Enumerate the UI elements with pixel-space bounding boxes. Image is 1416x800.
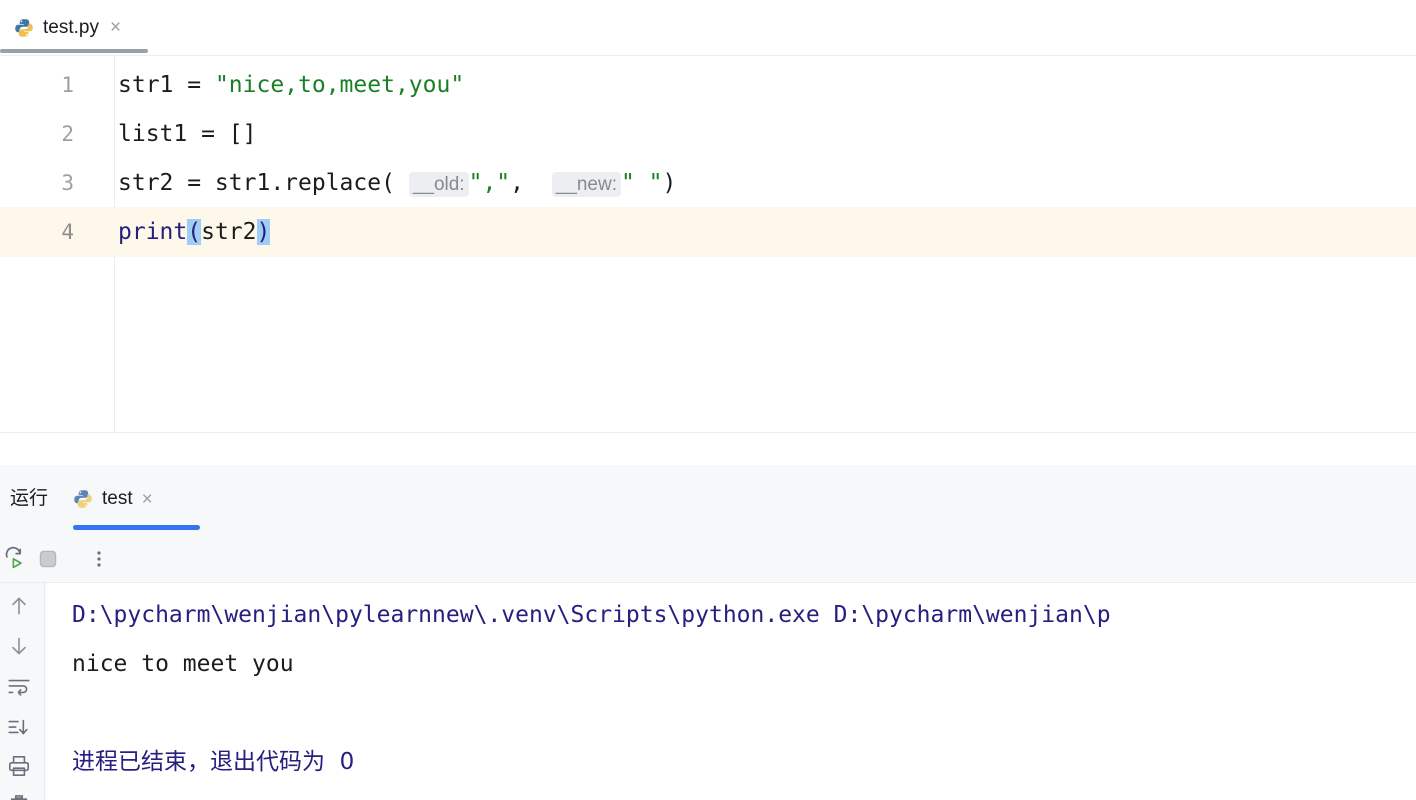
- code-token-replace-call: str2 = str1.replace(: [118, 170, 395, 196]
- code-line-4-text: print(str2): [118, 207, 271, 257]
- clear-all-icon[interactable]: [6, 791, 32, 800]
- scroll-down-icon[interactable]: [6, 633, 32, 659]
- soft-wrap-icon[interactable]: [6, 674, 32, 700]
- python-file-icon: [14, 18, 34, 38]
- code-line-2-text: list1 = []: [118, 121, 257, 147]
- run-tool-window: 运行 test × D:\pycharm\wenjian\pylearnnew\…: [0, 465, 1416, 800]
- scroll-up-icon[interactable]: [6, 593, 32, 619]
- close-icon[interactable]: ×: [110, 18, 121, 37]
- editor-tab-test-py[interactable]: test.py ×: [0, 0, 148, 55]
- inlay-hint-new: __new:: [551, 172, 621, 197]
- editor-run-splitter[interactable]: [0, 432, 1416, 465]
- code-line-2[interactable]: 2 list1 = []: [0, 109, 1416, 159]
- run-tab-active-indicator: [73, 525, 200, 530]
- code-line-3[interactable]: 3 str2 = str1.replace( __old: ",", __new:…: [0, 158, 1416, 208]
- run-tab-test[interactable]: test ×: [73, 465, 153, 533]
- stop-button[interactable]: [35, 546, 61, 572]
- console-output-line: nice to meet you: [72, 651, 294, 677]
- console-command-line: D:\pycharm\wenjian\pylearnnew\.venv\Scri…: [72, 602, 1111, 628]
- code-line-1-text: str1 = "nice,to,meet,you": [118, 60, 464, 110]
- code-token-print: print: [118, 219, 188, 245]
- code-token-assign-1: str1 =: [118, 72, 215, 98]
- close-icon[interactable]: ×: [142, 490, 153, 509]
- rerun-button[interactable]: [2, 546, 28, 572]
- code-line-1[interactable]: 1 str1 = "nice,to,meet,you": [0, 60, 1416, 110]
- code-token-arg-new: " ": [620, 170, 663, 196]
- code-token-comma: ,: [510, 170, 524, 196]
- line-number-3: 3: [61, 171, 74, 195]
- editor-tab-bar: test.py ×: [0, 0, 1416, 56]
- code-editor[interactable]: 1 str1 = "nice,to,meet,you" 2 list1 = []…: [0, 56, 1416, 432]
- scroll-to-end-icon[interactable]: [6, 714, 32, 740]
- code-token-arg-old: ",": [468, 170, 511, 196]
- run-tab-label: test: [102, 488, 133, 509]
- pycharm-window: test.py × 1 str1 = "nice,to,meet,you" 2 …: [0, 0, 1416, 800]
- python-run-icon: [73, 489, 93, 509]
- console-output[interactable]: D:\pycharm\wenjian\pylearnnew\.venv\Scri…: [46, 583, 1416, 800]
- editor-tab-active-indicator: [0, 49, 148, 53]
- code-token-string-1: "nice,to,meet,you": [214, 72, 465, 98]
- print-icon[interactable]: [6, 753, 32, 779]
- code-token-close-paren-3: ): [662, 170, 677, 196]
- inlay-hint-old: __old:: [408, 172, 469, 197]
- code-token-arg-str2: str2: [201, 219, 257, 245]
- console-gutter-toolbar: [0, 583, 45, 800]
- line-number-1: 1: [61, 73, 74, 97]
- console-exit-message: 进程已结束，退出代码为 0: [72, 749, 355, 775]
- line-number-4: 4: [61, 220, 74, 244]
- run-panel-title: 运行: [10, 488, 49, 509]
- run-toolbar: [0, 533, 1416, 583]
- run-panel-header: 运行 test ×: [0, 465, 1416, 533]
- code-token-open-paren-highlight: (: [187, 219, 202, 245]
- code-line-3-text: str2 = str1.replace( __old: ",", __new: " …: [118, 158, 676, 208]
- line-number-2: 2: [61, 122, 74, 146]
- more-options-button[interactable]: [86, 546, 112, 572]
- editor-tab-label: test.py: [43, 16, 99, 38]
- code-token-close-paren-highlight: ): [256, 219, 271, 245]
- code-line-4[interactable]: 4 print(str2): [0, 207, 1416, 257]
